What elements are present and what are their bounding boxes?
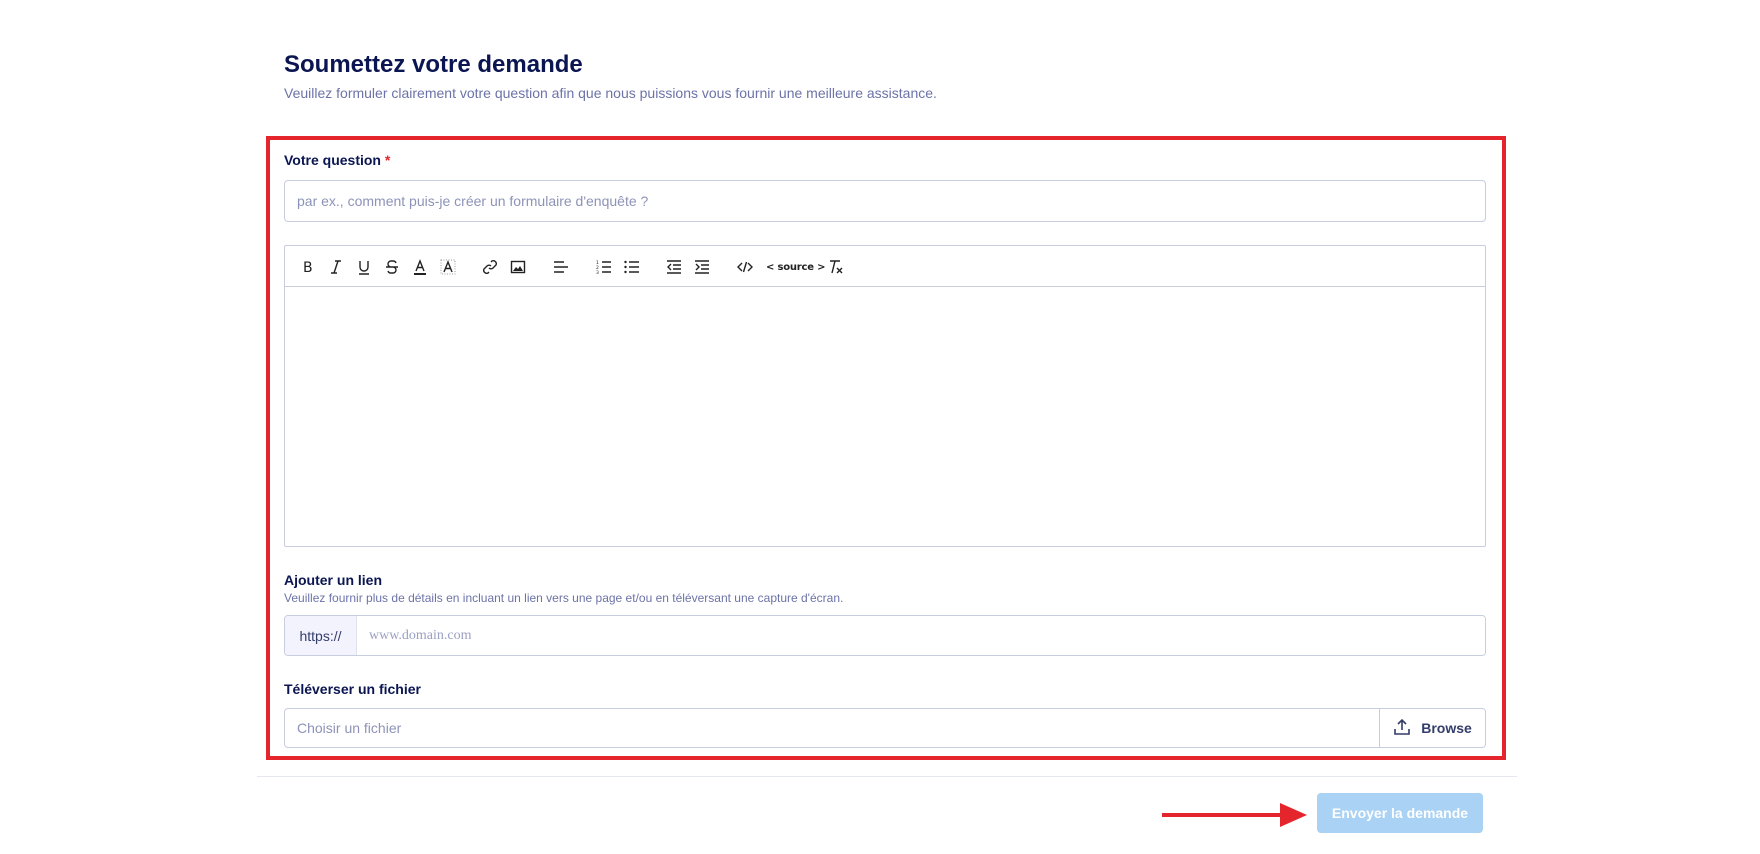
page-header: Soumettez votre demande Veuillez formule…	[284, 50, 1484, 102]
link-icon[interactable]	[479, 256, 501, 278]
link-input[interactable]	[357, 616, 1485, 655]
outdent-icon[interactable]	[663, 256, 685, 278]
editor-toolbar: B 1 2 3 < source >	[285, 246, 1485, 287]
question-input[interactable]	[284, 180, 1486, 222]
footer-divider	[257, 776, 1517, 777]
support-request-page: Soumettez votre demande Veuillez formule…	[0, 0, 1760, 854]
underline-icon[interactable]	[353, 256, 375, 278]
link-input-group: https://	[284, 615, 1486, 656]
page-title: Soumettez votre demande	[284, 51, 583, 78]
file-upload-group: Choisir un fichier Browse	[284, 708, 1486, 748]
image-icon[interactable]	[507, 256, 529, 278]
clear-format-icon[interactable]	[825, 256, 847, 278]
svg-text:3: 3	[596, 270, 599, 275]
bold-icon[interactable]: B	[297, 256, 319, 278]
question-label-text: Votre question	[284, 152, 381, 168]
browse-label: Browse	[1421, 720, 1472, 736]
indent-icon[interactable]	[691, 256, 713, 278]
align-left-icon[interactable]	[550, 256, 572, 278]
submit-request-button[interactable]: Envoyer la demande	[1317, 793, 1483, 833]
arrow-pointer	[1160, 800, 1310, 835]
browse-button[interactable]: Browse	[1379, 709, 1485, 747]
code-icon[interactable]	[734, 256, 756, 278]
file-input[interactable]: Choisir un fichier	[285, 709, 1379, 747]
required-mark: *	[384, 152, 391, 168]
url-prefix: https://	[285, 616, 357, 655]
italic-icon[interactable]	[325, 256, 347, 278]
text-color-icon[interactable]	[409, 256, 431, 278]
question-label: Votre question *	[284, 151, 390, 169]
editor-content-area[interactable]	[285, 287, 1485, 546]
ordered-list-icon[interactable]: 123	[593, 256, 615, 278]
svg-text:B: B	[303, 260, 313, 275]
file-label: Téléverser un fichier	[284, 681, 421, 697]
upload-icon	[1393, 718, 1411, 739]
page-subtitle: Veuillez formuler clairement votre quest…	[284, 85, 937, 101]
rich-text-editor: B 1 2 3 < source >	[284, 245, 1486, 547]
unordered-list-icon[interactable]	[621, 256, 643, 278]
background-color-icon[interactable]	[437, 256, 459, 278]
source-icon[interactable]: < source >	[766, 256, 826, 278]
link-description: Veuillez fournir plus de détails en incl…	[284, 591, 844, 605]
strikethrough-icon[interactable]	[381, 256, 403, 278]
link-label: Ajouter un lien	[284, 572, 382, 588]
